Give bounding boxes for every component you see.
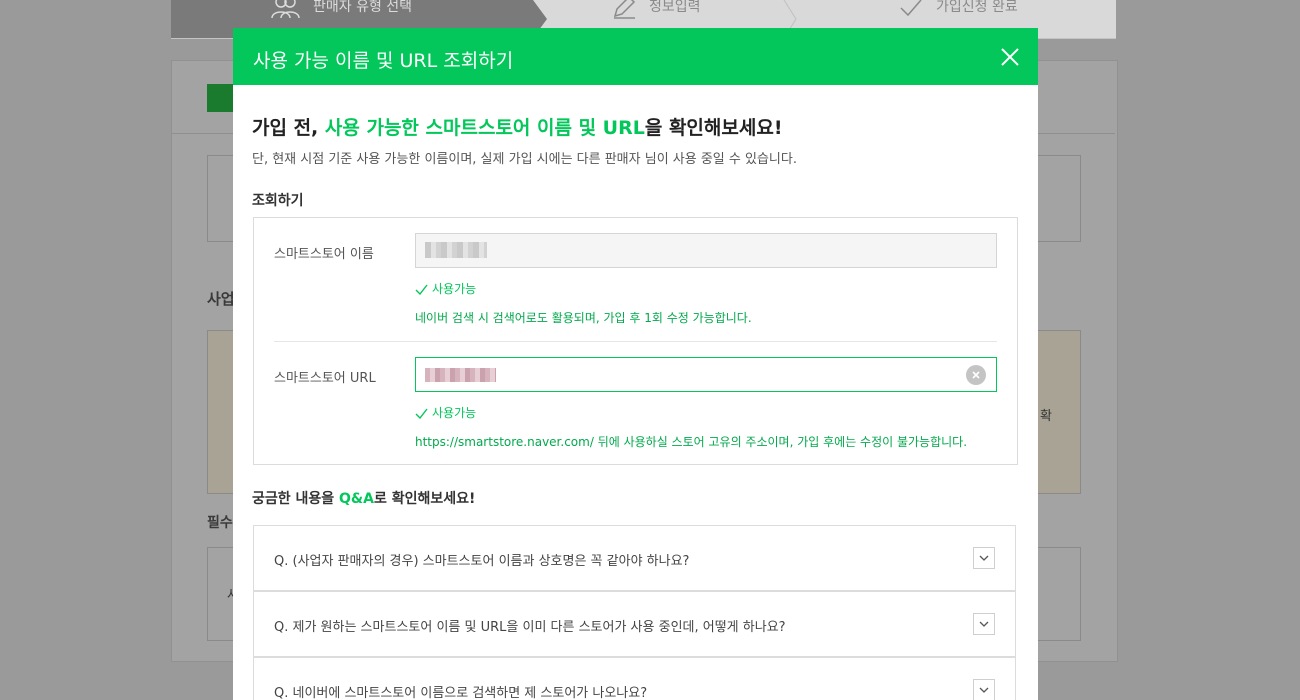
chevron-down-icon xyxy=(979,621,989,627)
expand-button[interactable] xyxy=(973,547,995,569)
background-text: 확 xyxy=(1040,409,1052,424)
close-icon[interactable] xyxy=(998,45,1022,69)
store-url-input[interactable] xyxy=(415,357,997,392)
name-url-lookup-modal: 사용 가능 이름 및 URL 조회하기 가입 전, 사용 가능한 스마트스토어 … xyxy=(233,28,1038,700)
store-name-status: 사용가능 xyxy=(415,280,476,297)
modal-header: 사용 가능 이름 및 URL 조회하기 xyxy=(233,28,1038,85)
modal-subtext: 단, 현재 시점 기준 사용 가능한 이름이며, 실제 가입 시에는 다른 판매… xyxy=(252,152,797,167)
chevron-down-icon xyxy=(979,687,989,693)
background-section-label: 필수 xyxy=(207,515,233,531)
lookup-box: 스마트스토어 이름 사용가능 네이버 검색 시 검색어로도 활용되며, 가입 후… xyxy=(253,217,1018,465)
step-label: 판매자 유형 선택 xyxy=(313,0,413,15)
store-name-label: 스마트스토어 이름 xyxy=(274,247,374,262)
modal-headline: 가입 전, 사용 가능한 스마트스토어 이름 및 URL을 확인해보세요! xyxy=(252,113,783,140)
qa-item[interactable]: Q. 네이버에 스마트스토어 이름으로 검색하면 제 스토어가 나오나요? xyxy=(253,657,1016,700)
qa-item[interactable]: Q. 제가 원하는 스마트스토어 이름 및 URL을 이미 다른 스토어가 사용… xyxy=(253,591,1016,657)
check-icon xyxy=(900,0,922,17)
qa-highlight: Q&A xyxy=(339,491,374,507)
blurred-value xyxy=(425,368,496,382)
lookup-section-label: 조회하기 xyxy=(252,193,304,209)
step-label: 가입신청 완료 xyxy=(936,0,1018,15)
background-section-label: 사업 xyxy=(207,290,235,308)
store-url-label: 스마트스토어 URL xyxy=(274,371,376,386)
users-icon xyxy=(271,0,300,19)
headline-highlight: 사용 가능한 스마트스토어 이름 및 URL xyxy=(324,117,645,139)
store-url-status: 사용가능 xyxy=(415,404,476,421)
expand-button[interactable] xyxy=(973,613,995,635)
headline-prefix: 가입 전, xyxy=(252,117,325,139)
qa-section-title: 궁금한 내용을 Q&A로 확인해보세요! xyxy=(252,488,475,508)
qa-question: Q. 제가 원하는 스마트스토어 이름 및 URL을 이미 다른 스토어가 사용… xyxy=(274,620,786,635)
qa-question: Q. (사업자 판매자의 경우) 스마트스토어 이름과 상호명은 꼭 같아야 하… xyxy=(274,554,690,569)
background-users-badge-icon xyxy=(207,84,233,112)
divider xyxy=(274,341,997,342)
check-icon xyxy=(415,408,428,420)
qa-question: Q. 네이버에 스마트스토어 이름으로 검색하면 제 스토어가 나오나요? xyxy=(274,686,648,700)
qa-suffix: 로 확인해보세요! xyxy=(373,491,476,507)
modal-title: 사용 가능 이름 및 URL 조회하기 xyxy=(253,50,514,72)
clear-input-icon[interactable] xyxy=(966,365,986,385)
headline-suffix: 을 확인해보세요! xyxy=(644,117,783,139)
store-url-note: https://smartstore.naver.com/ 뒤에 사용하실 스토… xyxy=(415,435,968,449)
chevron-down-icon xyxy=(979,555,989,561)
store-name-note: 네이버 검색 시 검색어로도 활용되며, 가입 후 1회 수정 가능합니다. xyxy=(415,311,752,325)
qa-prefix: 궁금한 내용을 xyxy=(252,491,340,507)
store-name-input[interactable] xyxy=(415,233,997,268)
pencil-icon xyxy=(613,0,636,19)
expand-button[interactable] xyxy=(973,679,995,700)
step-label: 정보입력 xyxy=(649,0,701,15)
qa-item[interactable]: Q. (사업자 판매자의 경우) 스마트스토어 이름과 상호명은 꼭 같아야 하… xyxy=(253,525,1016,591)
check-icon xyxy=(415,284,428,296)
store-url-status-text: 사용가능 xyxy=(432,406,477,420)
blurred-value xyxy=(425,242,487,258)
store-name-status-text: 사용가능 xyxy=(432,282,477,296)
